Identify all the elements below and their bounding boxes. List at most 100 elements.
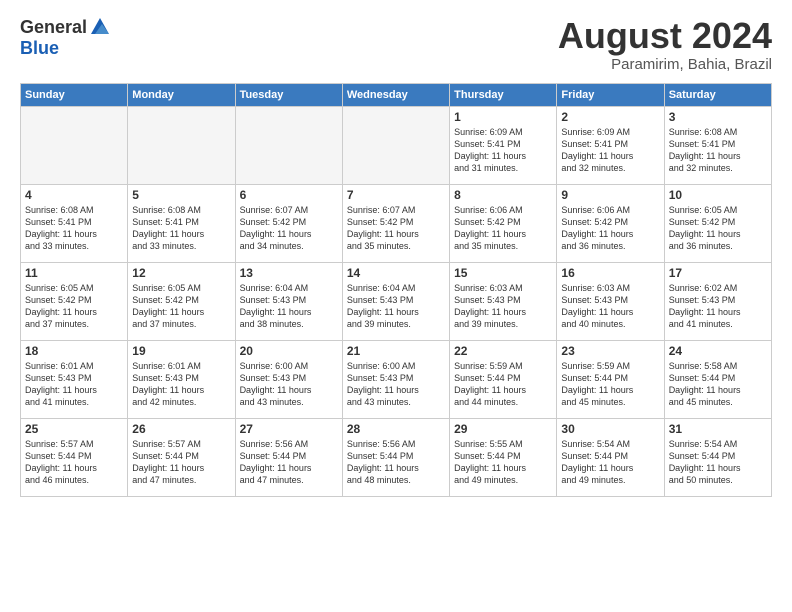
day-info: Sunrise: 6:00 AM Sunset: 5:43 PM Dayligh… [240,360,338,409]
day-cell: 15 Sunrise: 6:03 AM Sunset: 5:43 PM Dayli… [450,262,557,340]
day-number: 4 [25,188,123,202]
day-info: Sunrise: 5:56 AM Sunset: 5:44 PM Dayligh… [240,438,338,487]
month-title: August 2024 [558,16,772,56]
day-cell: 14 Sunrise: 6:04 AM Sunset: 5:43 PM Dayli… [342,262,449,340]
day-number: 22 [454,344,552,358]
col-header-friday: Friday [557,83,664,106]
day-number: 30 [561,422,659,436]
day-number: 8 [454,188,552,202]
day-number: 25 [25,422,123,436]
day-number: 7 [347,188,445,202]
day-number: 27 [240,422,338,436]
day-cell: 26Sunrise: 5:57 AM Sunset: 5:44 PM Dayli… [128,418,235,496]
day-number: 2 [561,110,659,124]
day-info: Sunrise: 5:57 AM Sunset: 5:44 PM Dayligh… [25,438,123,487]
logo: General Blue [20,16,111,59]
day-cell [235,106,342,184]
day-info: Sunrise: 6:07 AM Sunset: 5:42 PM Dayligh… [347,204,445,253]
day-info: Sunrise: 6:02 AM Sunset: 5:43 PM Dayligh… [669,282,767,331]
day-number: 13 [240,266,338,280]
day-cell: 24 Sunrise: 5:58 AM Sunset: 5:44 PM Dayli… [664,340,771,418]
day-cell: 13 Sunrise: 6:04 AM Sunset: 5:43 PM Dayli… [235,262,342,340]
day-number: 14 [347,266,445,280]
day-cell: 28 Sunrise: 5:56 AM Sunset: 5:44 PM Dayli… [342,418,449,496]
col-header-tuesday: Tuesday [235,83,342,106]
day-number: 11 [25,266,123,280]
day-cell: 16 Sunrise: 6:03 AM Sunset: 5:43 PM Dayli… [557,262,664,340]
day-number: 23 [561,344,659,358]
day-cell: 12Sunrise: 6:05 AM Sunset: 5:42 PM Dayli… [128,262,235,340]
header: General Blue August 2024 Paramirim, Bahi… [20,16,772,73]
day-info: Sunrise: 5:55 AM Sunset: 5:44 PM Dayligh… [454,438,552,487]
col-header-thursday: Thursday [450,83,557,106]
page: General Blue August 2024 Paramirim, Bahi… [0,0,792,612]
title-block: August 2024 Paramirim, Bahia, Brazil [558,16,772,73]
day-cell: 3Sunrise: 6:08 AM Sunset: 5:41 PM Daylig… [664,106,771,184]
day-cell: 10Sunrise: 6:05 AM Sunset: 5:42 PM Dayli… [664,184,771,262]
day-cell: 6 Sunrise: 6:07 AM Sunset: 5:42 PM Daylig… [235,184,342,262]
day-info: Sunrise: 6:05 AM Sunset: 5:42 PM Dayligh… [25,282,123,331]
day-info: Sunrise: 5:54 AM Sunset: 5:44 PM Dayligh… [669,438,767,487]
day-cell: 29 Sunrise: 5:55 AM Sunset: 5:44 PM Dayli… [450,418,557,496]
day-cell: 25 Sunrise: 5:57 AM Sunset: 5:44 PM Dayli… [21,418,128,496]
day-info: Sunrise: 5:57 AM Sunset: 5:44 PM Dayligh… [132,438,230,487]
day-number: 16 [561,266,659,280]
day-info: Sunrise: 6:03 AM Sunset: 5:43 PM Dayligh… [454,282,552,331]
day-number: 21 [347,344,445,358]
day-cell [128,106,235,184]
day-cell: 1 Sunrise: 6:09 AM Sunset: 5:41 PM Daylig… [450,106,557,184]
logo-icon [89,16,111,38]
day-cell: 19Sunrise: 6:01 AM Sunset: 5:43 PM Dayli… [128,340,235,418]
day-cell: 27 Sunrise: 5:56 AM Sunset: 5:44 PM Dayli… [235,418,342,496]
day-cell: 30 Sunrise: 5:54 AM Sunset: 5:44 PM Dayli… [557,418,664,496]
day-info: Sunrise: 5:58 AM Sunset: 5:44 PM Dayligh… [669,360,767,409]
day-cell: 11 Sunrise: 6:05 AM Sunset: 5:42 PM Dayli… [21,262,128,340]
day-info: Sunrise: 5:59 AM Sunset: 5:44 PM Dayligh… [561,360,659,409]
day-number: 1 [454,110,552,124]
day-cell: 20Sunrise: 6:00 AM Sunset: 5:43 PM Dayli… [235,340,342,418]
logo-general-text: General [20,17,87,38]
day-info: Sunrise: 6:01 AM Sunset: 5:43 PM Dayligh… [25,360,123,409]
week-row-4: 18 Sunrise: 6:01 AM Sunset: 5:43 PM Dayli… [21,340,772,418]
day-info: Sunrise: 6:09 AM Sunset: 5:41 PM Dayligh… [454,126,552,175]
day-info: Sunrise: 6:08 AM Sunset: 5:41 PM Dayligh… [25,204,123,253]
day-info: Sunrise: 6:09 AM Sunset: 5:41 PM Dayligh… [561,126,659,175]
day-number: 15 [454,266,552,280]
day-number: 29 [454,422,552,436]
day-number: 12 [132,266,230,280]
day-info: Sunrise: 6:08 AM Sunset: 5:41 PM Dayligh… [669,126,767,175]
day-info: Sunrise: 5:56 AM Sunset: 5:44 PM Dayligh… [347,438,445,487]
day-cell: 18 Sunrise: 6:01 AM Sunset: 5:43 PM Dayli… [21,340,128,418]
day-info: Sunrise: 6:03 AM Sunset: 5:43 PM Dayligh… [561,282,659,331]
day-cell: 31 Sunrise: 5:54 AM Sunset: 5:44 PM Dayli… [664,418,771,496]
col-header-saturday: Saturday [664,83,771,106]
day-info: Sunrise: 6:04 AM Sunset: 5:43 PM Dayligh… [240,282,338,331]
day-info: Sunrise: 5:54 AM Sunset: 5:44 PM Dayligh… [561,438,659,487]
day-cell: 5 Sunrise: 6:08 AM Sunset: 5:41 PM Daylig… [128,184,235,262]
day-info: Sunrise: 6:01 AM Sunset: 5:43 PM Dayligh… [132,360,230,409]
day-info: Sunrise: 6:07 AM Sunset: 5:42 PM Dayligh… [240,204,338,253]
day-cell: 22 Sunrise: 5:59 AM Sunset: 5:44 PM Dayli… [450,340,557,418]
day-number: 10 [669,188,767,202]
day-number: 31 [669,422,767,436]
day-number: 28 [347,422,445,436]
calendar-header-row: SundayMondayTuesdayWednesdayThursdayFrid… [21,83,772,106]
day-info: Sunrise: 6:04 AM Sunset: 5:43 PM Dayligh… [347,282,445,331]
day-number: 5 [132,188,230,202]
week-row-2: 4 Sunrise: 6:08 AM Sunset: 5:41 PM Daylig… [21,184,772,262]
col-header-wednesday: Wednesday [342,83,449,106]
week-row-1: 1 Sunrise: 6:09 AM Sunset: 5:41 PM Daylig… [21,106,772,184]
day-cell [342,106,449,184]
day-number: 24 [669,344,767,358]
week-row-3: 11 Sunrise: 6:05 AM Sunset: 5:42 PM Dayli… [21,262,772,340]
day-number: 18 [25,344,123,358]
location: Paramirim, Bahia, Brazil [558,56,772,73]
day-cell: 17Sunrise: 6:02 AM Sunset: 5:43 PM Dayli… [664,262,771,340]
day-cell: 4 Sunrise: 6:08 AM Sunset: 5:41 PM Daylig… [21,184,128,262]
day-info: Sunrise: 6:08 AM Sunset: 5:41 PM Dayligh… [132,204,230,253]
day-cell: 7 Sunrise: 6:07 AM Sunset: 5:42 PM Daylig… [342,184,449,262]
day-info: Sunrise: 6:06 AM Sunset: 5:42 PM Dayligh… [454,204,552,253]
day-number: 6 [240,188,338,202]
day-info: Sunrise: 5:59 AM Sunset: 5:44 PM Dayligh… [454,360,552,409]
day-info: Sunrise: 6:00 AM Sunset: 5:43 PM Dayligh… [347,360,445,409]
